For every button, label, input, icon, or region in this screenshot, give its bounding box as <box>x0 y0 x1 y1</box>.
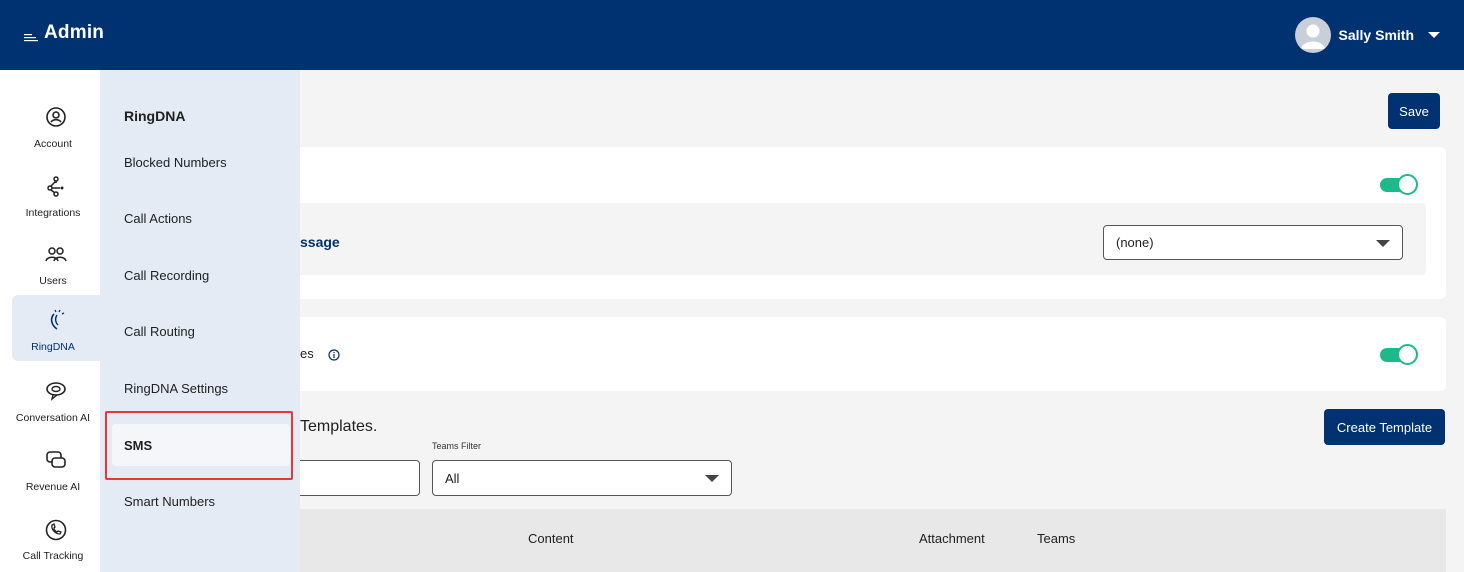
settings-card-default-message: ssage (none) <box>300 147 1446 299</box>
submenu-item-ringdna-settings[interactable]: RingDNA Settings <box>124 381 228 396</box>
avatar <box>1294 17 1331 53</box>
create-template-button[interactable]: Create Template <box>1324 409 1445 445</box>
column-header-content[interactable]: Content <box>528 531 574 546</box>
rail-item-revenue-ai[interactable]: Revenue AI <box>12 435 100 501</box>
ringdna-submenu: RingDNA Blocked Numbers Call Actions Cal… <box>100 70 300 572</box>
template-search-input[interactable] <box>290 460 420 496</box>
users-icon <box>45 247 67 262</box>
teams-filter-value: All <box>445 470 460 486</box>
rail-label: RingDNA <box>31 341 75 353</box>
rail-label: Integrations <box>25 207 81 219</box>
rail-label: Revenue AI <box>25 481 81 493</box>
chevron-down-icon <box>705 475 719 482</box>
menu-lines-icon <box>24 30 38 42</box>
teams-filter-select[interactable]: All <box>432 460 732 496</box>
settings-card-2: es <box>300 317 1446 391</box>
templates-title: Templates. <box>300 418 378 435</box>
submenu-item-call-actions[interactable]: Call Actions <box>124 211 192 226</box>
rail-item-account[interactable]: Account <box>12 92 100 158</box>
rail-label: Call Tracking <box>22 550 84 562</box>
account-icon <box>46 107 66 127</box>
app-title: Admin <box>44 22 105 43</box>
submenu-item-blocked-numbers[interactable]: Blocked Numbers <box>124 155 227 170</box>
conversation-ai-icon <box>46 382 66 401</box>
user-name: Sally Smith <box>1338 27 1414 43</box>
info-icon[interactable] <box>328 348 340 366</box>
rail-item-call-tracking[interactable]: Call Tracking <box>12 504 100 570</box>
rail-item-users[interactable]: Users <box>12 229 100 295</box>
teams-filter-label: Teams Filter <box>432 441 482 451</box>
submenu-item-call-recording[interactable]: Call Recording <box>124 268 209 283</box>
card1-inner-row: ssage (none) <box>300 203 1426 275</box>
revenue-ai-icon <box>46 451 66 468</box>
save-button[interactable]: Save <box>1388 93 1440 129</box>
left-rail: Account Integrations Users RingDNA Conve… <box>0 70 100 572</box>
rail-item-ringdna[interactable]: RingDNA <box>12 295 100 361</box>
rail-item-conversation-ai[interactable]: Conversation AI <box>12 366 100 432</box>
highlight-box <box>105 411 293 480</box>
rail-item-integrations[interactable]: Integrations <box>12 161 100 227</box>
ringdna-icon <box>50 309 65 330</box>
user-menu[interactable]: Sally Smith <box>1294 17 1440 53</box>
chevron-down-icon <box>1428 32 1440 38</box>
card1-toggle[interactable] <box>1380 174 1418 195</box>
brand[interactable]: Admin <box>24 22 104 44</box>
rail-label: Users <box>39 275 67 287</box>
message-select-value: (none) <box>1116 235 1154 250</box>
card2-label: es <box>300 346 314 361</box>
submenu-item-call-routing[interactable]: Call Routing <box>124 324 195 339</box>
templates-table-header: Content Attachment Teams <box>300 509 1446 572</box>
chevron-down-icon <box>1376 239 1390 247</box>
call-tracking-icon <box>45 519 67 541</box>
column-header-attachment[interactable]: Attachment <box>919 531 985 546</box>
card2-toggle[interactable] <box>1380 344 1418 365</box>
integrations-icon <box>47 176 64 197</box>
message-select[interactable]: (none) <box>1103 225 1403 260</box>
rail-label: Conversation AI <box>15 412 91 424</box>
column-header-teams[interactable]: Teams <box>1037 531 1075 546</box>
submenu-item-smart-numbers[interactable]: Smart Numbers <box>124 494 215 509</box>
top-bar: Admin Sally Smith <box>0 0 1464 70</box>
message-label: ssage <box>300 234 340 250</box>
rail-label: Account <box>34 138 72 150</box>
submenu-title: RingDNA <box>124 108 186 124</box>
